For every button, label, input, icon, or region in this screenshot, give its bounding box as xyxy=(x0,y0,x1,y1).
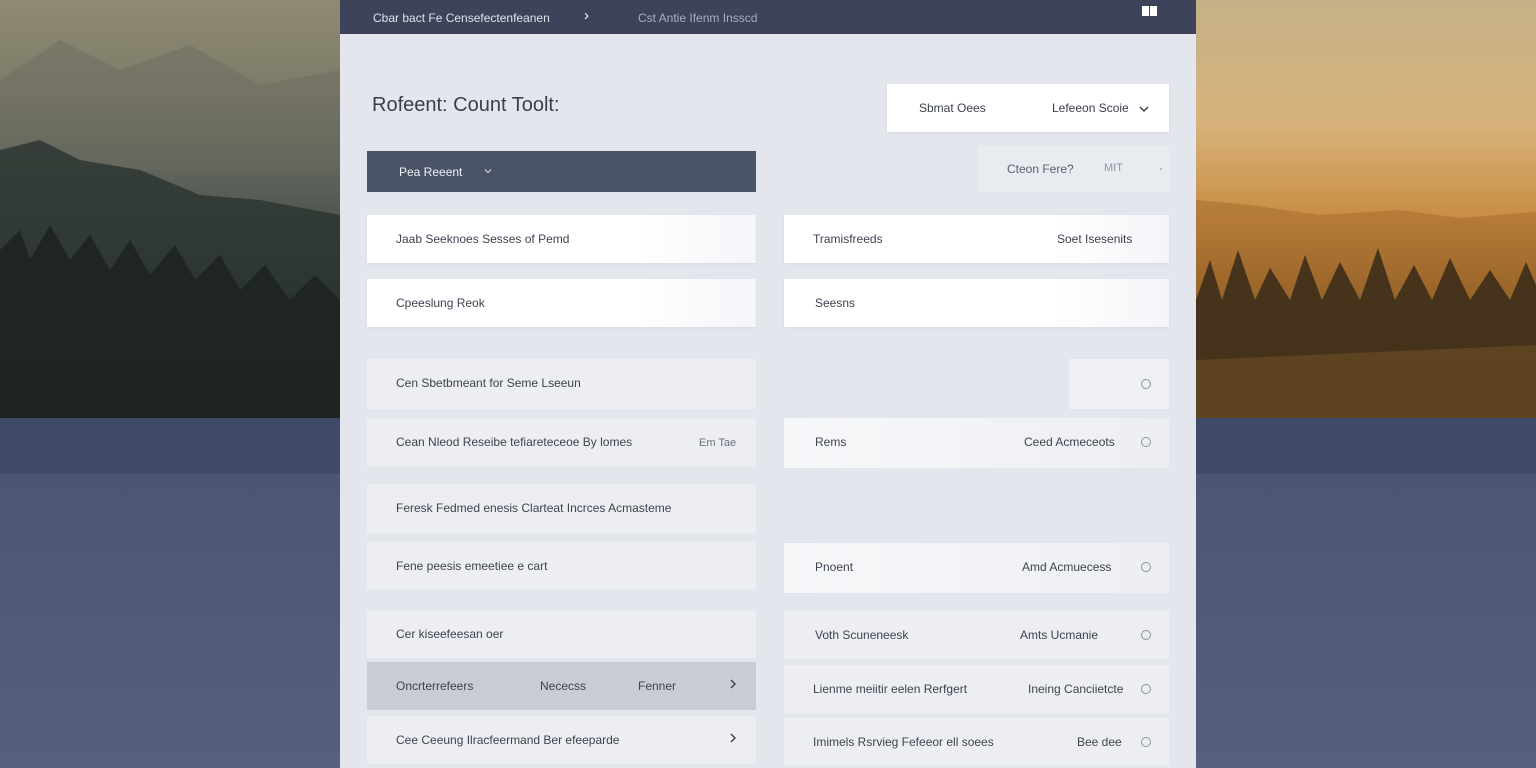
list-item-label: Cee Ceeung Ilracfeermand Ber efeeparde xyxy=(396,733,620,747)
list-item-label: Voth Scuneneesk xyxy=(815,628,909,642)
breadcrumb-secondary[interactable]: Cst Antie Ifenm Insscd xyxy=(638,11,757,25)
list-item-label: Oncrterrefeers xyxy=(396,679,474,693)
chevron-right-icon[interactable] xyxy=(729,678,737,690)
list-item-value: Soet Isesenits xyxy=(1057,232,1133,246)
radio-icon[interactable] xyxy=(1141,437,1151,447)
list-item[interactable]: Cee Ceeung Ilracfeermand Ber efeeparde xyxy=(367,716,756,764)
list-item-label: Cpeeslung Reok xyxy=(396,296,485,310)
list-item[interactable]: Cer kiseefeesan oer xyxy=(367,610,756,658)
list-item[interactable]: Rems Ceed Acmeceots xyxy=(784,418,1169,468)
ghost-filter-field[interactable]: Cteon Fere? MIT xyxy=(978,146,1169,192)
radio-icon[interactable] xyxy=(1141,684,1151,694)
list-item-value: Amts Ucmanie xyxy=(1020,628,1099,642)
list-item[interactable]: Cpeeslung Reok xyxy=(367,279,756,327)
list-item-value: Bee dee xyxy=(1077,735,1122,749)
chevron-down-icon xyxy=(1139,106,1149,113)
ghost-filter-dot xyxy=(1160,168,1162,170)
list-item-value: Ceed Acmeceots xyxy=(1024,435,1115,449)
radio-icon[interactable] xyxy=(1141,630,1151,640)
list-item[interactable]: Voth Scuneneesk Amts Ucmanie xyxy=(784,611,1169,659)
list-item-meta: Em Tae xyxy=(699,437,737,449)
list-item[interactable]: Jaab Seeknoes Sesses of Pemd xyxy=(367,215,756,263)
sort-select[interactable]: Sbmat Oees Lefeeon Scoie xyxy=(887,84,1169,132)
list-item-label: Tramisfreeds xyxy=(813,232,883,246)
list-item[interactable]: Cen Sbetbmeant for Seme Lseeun xyxy=(367,359,756,409)
list-item[interactable]: Lienme meiitir eelen Rerfgert Ineing Can… xyxy=(784,665,1169,713)
list-item[interactable]: Imimels Rsrvieg Fefeeor ell soees Bee de… xyxy=(784,718,1169,766)
list-item-label: Lienme meiitir eelen Rerfgert xyxy=(813,682,968,696)
list-item-value: Amd Acmuecess xyxy=(1022,560,1112,574)
radio-icon[interactable] xyxy=(1141,737,1151,747)
chevron-down-icon xyxy=(484,169,492,174)
sort-value: Lefeeon Scoie xyxy=(1052,101,1129,115)
list-item-col3: Fenner xyxy=(638,679,677,693)
chevron-right-icon[interactable] xyxy=(729,732,737,744)
list-item-label: Jaab Seeknoes Sesses of Pemd xyxy=(396,232,570,246)
chevron-right-icon: › xyxy=(584,7,589,24)
list-item[interactable]: Feresk Fedmed enesis Clarteat Incrces Ac… xyxy=(367,484,756,534)
radio-icon[interactable] xyxy=(1141,562,1151,572)
list-item-label: Cean Nleod Reseibe tefiareteceoe By lome… xyxy=(396,435,633,449)
list-item-label: Pnoent xyxy=(815,560,854,574)
list-item[interactable]: Cean Nleod Reseibe tefiareteceoe By lome… xyxy=(367,418,756,466)
ghost-filter-value: MIT xyxy=(1104,162,1123,174)
top-bar: Cbar bact Fe Censefectenfeanen › Cst Ant… xyxy=(340,0,1196,34)
list-item[interactable]: Tramisfreeds Soet Isesenits xyxy=(784,215,1169,263)
radio-cell[interactable] xyxy=(1069,359,1169,409)
sort-label: Sbmat Oees xyxy=(919,101,986,115)
list-item-selected[interactable]: Oncrterrefeers Nececss Fenner xyxy=(367,662,756,710)
filter-select[interactable]: Pea Reeent xyxy=(367,151,756,192)
list-item-label: Feresk Fedmed enesis Clarteat Incrces Ac… xyxy=(396,501,672,515)
main-window: Cbar bact Fe Censefectenfeanen › Cst Ant… xyxy=(340,0,1196,768)
list-item-value: Ineing Canciietcte xyxy=(1028,682,1124,696)
empty-row xyxy=(784,359,1068,409)
list-item-label: Rems xyxy=(815,435,847,449)
list-item-label: Cer kiseefeesan oer xyxy=(396,627,504,641)
filter-label: Pea Reeent xyxy=(399,165,463,179)
list-item[interactable]: Fene peesis emeetiee e cart xyxy=(367,542,756,590)
radio-icon[interactable] xyxy=(1141,379,1151,389)
list-item-label: Fene peesis emeetiee e cart xyxy=(396,559,548,573)
list-item-label: Seesns xyxy=(815,296,856,310)
list-item[interactable]: Seesns xyxy=(784,279,1169,327)
breadcrumb-primary[interactable]: Cbar bact Fe Censefectenfeanen xyxy=(373,11,550,25)
list-item[interactable]: Pnoent Amd Acmuecess xyxy=(784,543,1169,593)
page-title: Rofeent: Count Toolt: xyxy=(372,94,560,116)
list-item-label: Cen Sbetbmeant for Seme Lseeun xyxy=(396,376,581,390)
ghost-filter-label: Cteon Fere? xyxy=(1007,162,1074,176)
list-item-col2: Nececss xyxy=(540,679,587,693)
list-item-label: Imimels Rsrvieg Fefeeor ell soees xyxy=(813,735,994,749)
window-toggle-icon[interactable] xyxy=(1142,6,1158,18)
